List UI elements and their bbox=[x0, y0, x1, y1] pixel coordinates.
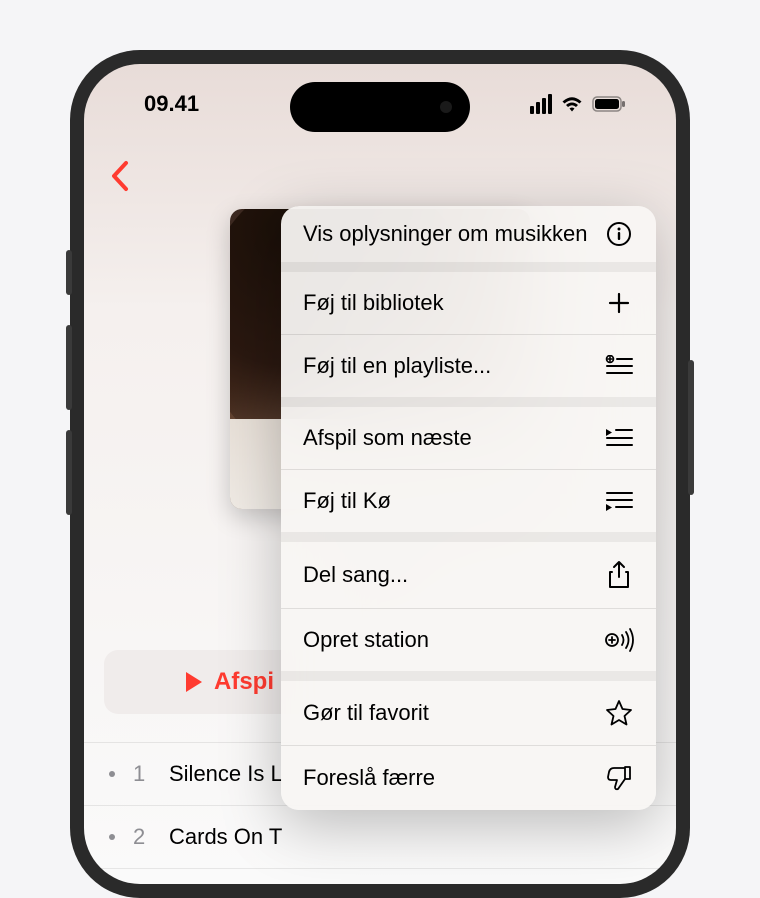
menu-label: Gør til favorit bbox=[303, 700, 429, 726]
menu-add-library[interactable]: Føj til bibliotek bbox=[281, 272, 656, 334]
share-icon bbox=[604, 560, 634, 590]
track-number: 2 bbox=[133, 824, 151, 850]
menu-create-station[interactable]: Opret station bbox=[281, 609, 656, 671]
track-dot-icon bbox=[109, 771, 115, 777]
plus-icon bbox=[604, 291, 634, 315]
menu-add-playlist[interactable]: Føj til en playliste... bbox=[281, 335, 656, 397]
phone-frame: 09.41 bbox=[70, 50, 690, 898]
context-menu: Vis oplysninger om musikken Føj til bibl… bbox=[281, 206, 656, 810]
play-next-icon bbox=[604, 427, 634, 449]
star-icon bbox=[604, 699, 634, 727]
menu-play-next[interactable]: Afspil som næste bbox=[281, 407, 656, 469]
play-icon bbox=[184, 671, 204, 693]
power-button bbox=[688, 360, 694, 495]
menu-label: Vis oplysninger om musikken bbox=[303, 220, 588, 248]
status-time: 09.41 bbox=[144, 91, 199, 117]
menu-label: Føj til bibliotek bbox=[303, 290, 444, 316]
track-number: 1 bbox=[133, 761, 151, 787]
menu-label: Afspil som næste bbox=[303, 425, 472, 451]
menu-label: Foreslå færre bbox=[303, 765, 435, 791]
dynamic-island bbox=[290, 82, 470, 132]
menu-share-song[interactable]: Del sang... bbox=[281, 542, 656, 608]
add-to-queue-icon bbox=[604, 490, 634, 512]
chevron-left-icon bbox=[109, 159, 131, 193]
track-dot-icon bbox=[109, 834, 115, 840]
track-row[interactable]: 2 Cards On T bbox=[84, 806, 676, 869]
info-icon bbox=[604, 221, 634, 247]
play-label: Afspi bbox=[214, 668, 274, 696]
menu-suggest-less[interactable]: Foreslå færre bbox=[281, 746, 656, 810]
add-to-playlist-icon bbox=[604, 355, 634, 377]
wifi-icon bbox=[560, 95, 584, 113]
cellular-signal-icon bbox=[530, 94, 552, 114]
silent-switch bbox=[66, 250, 72, 295]
thumbs-down-icon bbox=[604, 764, 634, 792]
front-camera bbox=[440, 101, 452, 113]
track-title: Silence Is L bbox=[169, 761, 283, 787]
menu-view-info[interactable]: Vis oplysninger om musikken bbox=[281, 206, 656, 262]
menu-label: Opret station bbox=[303, 627, 429, 653]
menu-add-queue[interactable]: Føj til Kø bbox=[281, 470, 656, 532]
menu-label: Føj til Kø bbox=[303, 488, 391, 514]
volume-down-button bbox=[66, 430, 72, 515]
back-button[interactable] bbox=[109, 159, 131, 198]
menu-favorite[interactable]: Gør til favorit bbox=[281, 681, 656, 745]
menu-label: Del sang... bbox=[303, 562, 408, 588]
status-icons bbox=[530, 94, 626, 114]
battery-icon bbox=[592, 96, 626, 112]
phone-screen: 09.41 bbox=[84, 64, 676, 884]
track-title: Cards On T bbox=[169, 824, 282, 850]
station-icon bbox=[604, 628, 634, 652]
menu-label: Føj til en playliste... bbox=[303, 353, 491, 379]
volume-up-button bbox=[66, 325, 72, 410]
